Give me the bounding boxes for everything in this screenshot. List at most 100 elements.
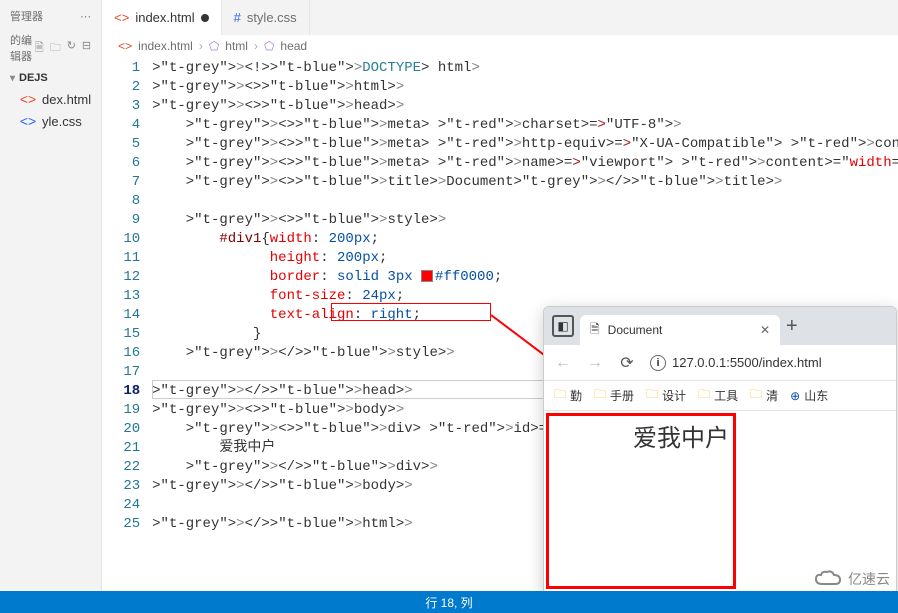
- sidebar: 管理器 ⋯ 的编辑器 🗎 🗀 ↻ ⊟ ▾ DEJS <> dex.html <> yl…: [0, 0, 102, 596]
- rendered-div1: 爱我中户: [546, 413, 736, 589]
- code-line[interactable]: #div1{width: 200px;: [152, 230, 898, 249]
- back-icon[interactable]: ←: [554, 354, 572, 372]
- file-tree-item[interactable]: <> dex.html: [0, 88, 101, 110]
- close-tab-icon[interactable]: ✕: [760, 323, 770, 337]
- breadcrumb-item[interactable]: html: [225, 39, 248, 53]
- sidebar-header: 管理器 ⋯: [0, 4, 101, 28]
- line-number: 10: [102, 230, 140, 249]
- bookmark-item[interactable]: 🗀工具: [698, 385, 738, 406]
- file-icon: <>: [20, 113, 36, 129]
- cloud-icon: [814, 570, 842, 588]
- line-number: 18: [102, 382, 140, 401]
- line-number: 16: [102, 344, 140, 363]
- code-line[interactable]: >"t-grey">><>>"t-blue">>style>>: [152, 211, 898, 230]
- code-line[interactable]: >"t-grey">><>>"t-blue">>html>>: [152, 78, 898, 97]
- code-line[interactable]: >"t-grey">><>>"t-blue">>meta> >"t-red">>…: [152, 116, 898, 135]
- line-number: 20: [102, 420, 140, 439]
- new-folder-icon[interactable]: 🗀: [50, 39, 61, 58]
- bookmark-item[interactable]: 🗀清: [750, 385, 778, 406]
- watermark-text: 亿速云: [848, 569, 890, 589]
- more-icon[interactable]: ⋯: [80, 10, 91, 23]
- browser-tab-title: Document: [608, 323, 663, 337]
- line-number: 22: [102, 458, 140, 477]
- line-number: 25: [102, 515, 140, 534]
- file-icon: <>: [114, 10, 129, 25]
- watermark: 亿速云: [814, 569, 890, 589]
- line-number: 4: [102, 116, 140, 135]
- breadcrumb-item[interactable]: head: [280, 39, 307, 53]
- line-number: 21: [102, 439, 140, 458]
- bookmark-item[interactable]: 🗀设计: [646, 385, 686, 406]
- line-number: 12: [102, 268, 140, 287]
- bookmark-label: 勤: [570, 387, 582, 404]
- project-section[interactable]: ▾ DEJS: [0, 68, 101, 88]
- tab-bar: <>index.html#style.css ▯▯ ⋯: [102, 0, 898, 35]
- refresh-icon[interactable]: ↻: [67, 39, 76, 58]
- file-tree-item[interactable]: <> yle.css: [0, 110, 101, 132]
- code-line[interactable]: >"t-grey">><>>"t-blue">>meta> >"t-red">>…: [152, 154, 898, 173]
- file-label: dex.html: [42, 92, 91, 107]
- line-number: 14: [102, 306, 140, 325]
- tab-label: index.html: [135, 10, 194, 25]
- reload-icon[interactable]: ⟳: [618, 354, 636, 372]
- code-line[interactable]: [152, 192, 898, 211]
- browser-window: ◧ 🗎 Document ✕ + ← → ⟳ i 127.0.0.1:5500/…: [543, 306, 897, 596]
- code-line[interactable]: >"t-grey">><>>"t-blue">>meta> >"t-red">>…: [152, 135, 898, 154]
- code-line[interactable]: >"t-grey">><>>"t-blue">>head>>: [152, 97, 898, 116]
- tab-label: style.css: [247, 10, 297, 25]
- line-number: 2: [102, 78, 140, 97]
- address-bar[interactable]: i 127.0.0.1:5500/index.html: [650, 355, 886, 371]
- editor-tab[interactable]: # style.css: [222, 0, 310, 35]
- dirty-indicator-icon: [201, 14, 209, 22]
- globe-icon: ⊕: [790, 389, 800, 403]
- chevron-down-icon: ▾: [10, 73, 15, 84]
- open-editors-header: 的编辑器 🗎 🗀 ↻ ⊟: [0, 28, 101, 68]
- folder-icon: 🗀: [750, 385, 762, 406]
- project-name: DEJS: [19, 72, 48, 84]
- line-number: 24: [102, 496, 140, 515]
- forward-icon[interactable]: →: [586, 354, 604, 372]
- line-number: 8: [102, 192, 140, 211]
- line-number: 15: [102, 325, 140, 344]
- breadcrumb[interactable]: <> index.html › ⬠ html › ⬠ head: [102, 35, 898, 57]
- line-number: 17: [102, 363, 140, 382]
- browser-tab-strip: ◧ 🗎 Document ✕ +: [544, 307, 896, 345]
- line-number: 5: [102, 135, 140, 154]
- page-icon: 🗎: [590, 320, 600, 341]
- chevron-right-icon: ›: [199, 39, 203, 53]
- sidebar-toggle-icon[interactable]: ◧: [552, 315, 574, 337]
- browser-tab[interactable]: 🗎 Document ✕: [580, 315, 780, 345]
- line-number: 19: [102, 401, 140, 420]
- file-icon: <>: [20, 91, 36, 107]
- code-line[interactable]: >"t-grey">><>>"t-blue">>title>>Document>…: [152, 173, 898, 192]
- new-tab-icon[interactable]: +: [786, 315, 798, 338]
- bookmark-label: 手册: [610, 387, 634, 404]
- line-number: 9: [102, 211, 140, 230]
- bookmark-label: 清: [766, 387, 778, 404]
- code-line[interactable]: >"t-grey">><!>>"t-blue">>DOCTYPE> html>: [152, 59, 898, 78]
- chevron-right-icon: ›: [254, 39, 258, 53]
- file-label: yle.css: [42, 114, 82, 129]
- url-text: 127.0.0.1:5500/index.html: [672, 355, 822, 370]
- bookmark-item[interactable]: ⊕山东: [790, 387, 828, 404]
- bookmark-item[interactable]: 🗀手册: [594, 385, 634, 406]
- editor-tab[interactable]: <> index.html: [102, 0, 221, 35]
- line-number: 13: [102, 287, 140, 306]
- code-line[interactable]: font-size: 24px;: [152, 287, 898, 306]
- file-tree: <> dex.html <> yle.css: [0, 88, 101, 132]
- code-line[interactable]: height: 200px;: [152, 249, 898, 268]
- collapse-icon[interactable]: ⊟: [82, 39, 91, 58]
- new-file-icon[interactable]: 🗎: [35, 39, 44, 58]
- folder-icon: 🗀: [698, 385, 710, 406]
- code-line[interactable]: border: solid 3px #ff0000;: [152, 268, 898, 287]
- line-gutter: 1234567891011121314151617181920212223242…: [102, 57, 152, 596]
- browser-toolbar: ← → ⟳ i 127.0.0.1:5500/index.html: [544, 345, 896, 381]
- line-number: 3: [102, 97, 140, 116]
- file-icon: #: [234, 10, 241, 25]
- cursor-position[interactable]: 行 18, 列: [425, 594, 472, 611]
- tag-icon: ⬠: [264, 39, 274, 53]
- rendered-text: 爱我中户: [633, 425, 729, 452]
- bookmark-item[interactable]: 🗀勤: [554, 385, 582, 406]
- site-info-icon[interactable]: i: [650, 355, 666, 371]
- breadcrumb-item[interactable]: index.html: [138, 39, 193, 53]
